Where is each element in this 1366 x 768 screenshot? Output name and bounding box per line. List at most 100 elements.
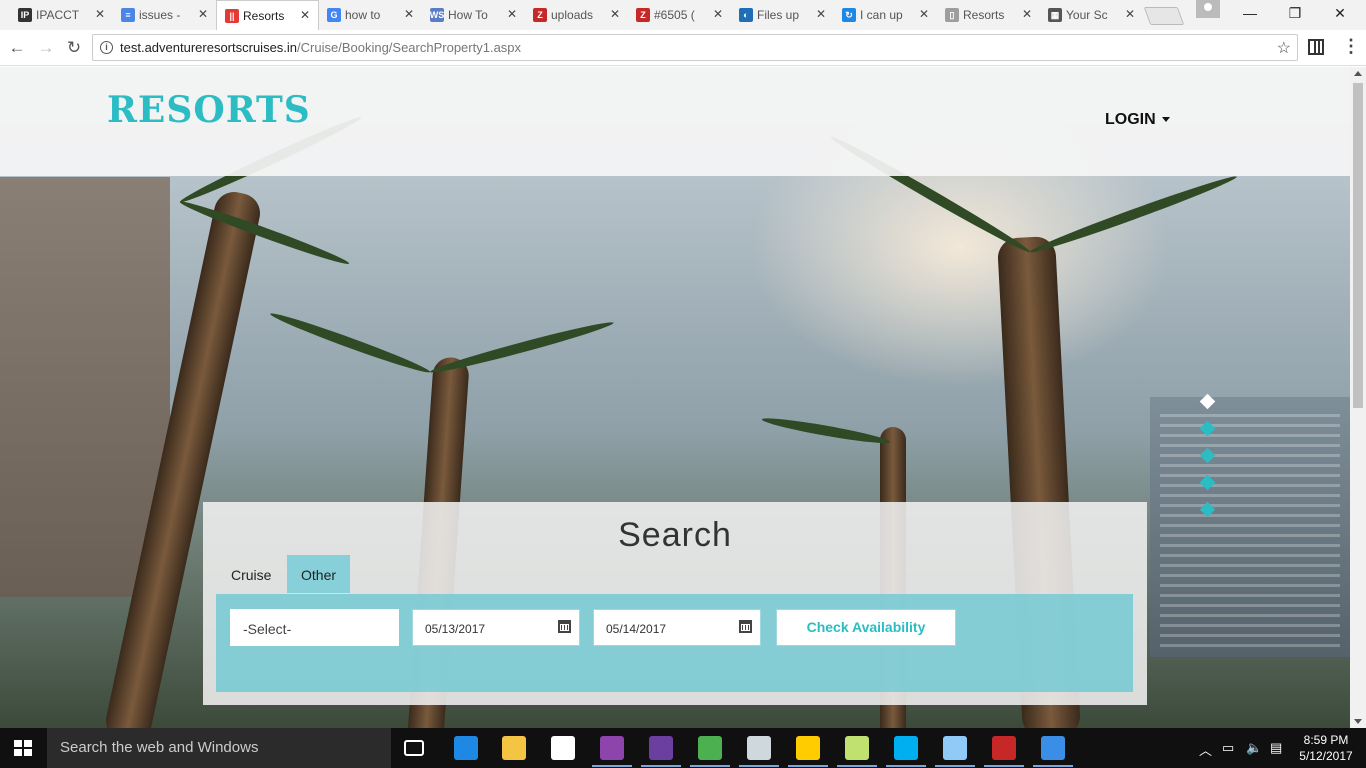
site-info-icon[interactable]: i bbox=[100, 41, 113, 54]
property-select[interactable]: -Select- bbox=[230, 609, 399, 646]
site-logo[interactable]: RESORTS bbox=[107, 89, 311, 131]
tab-label: How To bbox=[448, 8, 488, 22]
checkout-date-input[interactable]: 05/14/2017 bbox=[593, 609, 761, 646]
tab-label: how to bbox=[345, 8, 381, 22]
window-minimize-button[interactable]: — bbox=[1240, 5, 1260, 21]
search-title: Search bbox=[618, 516, 732, 554]
browser-tab[interactable]: ▦ Your Sc ✕ bbox=[1040, 0, 1143, 30]
check-availability-button[interactable]: Check Availability bbox=[776, 609, 956, 646]
tab-close-icon[interactable]: ✕ bbox=[95, 7, 105, 21]
taskbar-search-box[interactable]: Search the web and Windows bbox=[47, 728, 391, 768]
scroll-down-arrow-icon[interactable] bbox=[1354, 719, 1362, 724]
tab-close-icon[interactable]: ✕ bbox=[404, 7, 414, 21]
browser-tab[interactable]: || Resorts ✕ bbox=[216, 0, 319, 30]
browser-tab[interactable]: Z #6505 (✕ bbox=[628, 0, 731, 30]
tab-close-icon[interactable]: ✕ bbox=[610, 7, 620, 21]
login-label: LOGIN bbox=[1105, 111, 1156, 128]
tab-favicon-icon: G bbox=[327, 8, 341, 22]
settings-gear-icon[interactable] bbox=[747, 736, 771, 760]
snipping-icon[interactable] bbox=[1041, 736, 1065, 760]
checkin-date-input[interactable]: 05/13/2017 bbox=[412, 609, 580, 646]
hotel-building-right bbox=[1150, 397, 1350, 657]
tab-close-icon[interactable]: ✕ bbox=[919, 7, 929, 21]
windows-start-icon[interactable] bbox=[14, 740, 32, 756]
running-app-indicator bbox=[592, 765, 632, 767]
tab-close-icon[interactable]: ✕ bbox=[1125, 7, 1135, 21]
tools-icon[interactable] bbox=[796, 736, 820, 760]
browser-menu-icon[interactable]: ⋮ bbox=[1342, 36, 1360, 57]
tab-close-icon[interactable]: ✕ bbox=[713, 7, 723, 21]
browser-tab[interactable]: WS How To ✕ bbox=[422, 0, 525, 30]
browser-tab[interactable]: ↻ I can up ✕ bbox=[834, 0, 937, 30]
browser-tab[interactable]: ◐ Files up ✕ bbox=[731, 0, 834, 30]
palm-frond bbox=[1028, 172, 1239, 257]
new-tab-button[interactable] bbox=[1143, 7, 1185, 25]
running-app-indicator bbox=[641, 765, 681, 767]
tab-label: #6505 ( bbox=[654, 8, 695, 22]
page-scrollbar[interactable] bbox=[1350, 67, 1366, 728]
tab-favicon-icon: ◐ bbox=[739, 8, 753, 22]
bookmark-star-icon[interactable]: ☆ bbox=[1277, 38, 1291, 58]
edge-icon[interactable] bbox=[454, 736, 478, 760]
tab-favicon-icon: ▦ bbox=[1048, 8, 1062, 22]
checkin-date-value: 05/13/2017 bbox=[425, 622, 486, 636]
clock-time: 8:59 PM bbox=[1303, 733, 1349, 747]
scroll-thumb[interactable] bbox=[1353, 83, 1363, 408]
tab-close-icon[interactable]: ✕ bbox=[1022, 7, 1032, 21]
palm-frond bbox=[268, 309, 432, 377]
tab-favicon-icon: ▯ bbox=[945, 8, 959, 22]
tab-favicon-icon: Z bbox=[533, 8, 547, 22]
browser-tab[interactable]: Zuploads ✕ bbox=[525, 0, 628, 30]
store-icon[interactable] bbox=[551, 736, 575, 760]
window-close-button[interactable]: ✕ bbox=[1330, 5, 1350, 22]
skype-icon[interactable] bbox=[894, 736, 918, 760]
windows-taskbar: Search the web and Windows ︿ ▭ 🔈 ▤ 8:59 … bbox=[0, 728, 1366, 768]
tab-cruise[interactable]: Cruise bbox=[217, 555, 285, 593]
paint-icon[interactable] bbox=[943, 736, 967, 760]
tab-label: I can up bbox=[860, 8, 903, 22]
keyboard-icon[interactable]: ▤ bbox=[1270, 740, 1282, 756]
address-bar[interactable]: i test.adventureresortscruises.in/Cruise… bbox=[92, 34, 1298, 61]
tab-label: Files up bbox=[757, 8, 800, 22]
browser-tab[interactable]: ▯ Resorts ✕ bbox=[937, 0, 1040, 30]
tab-close-icon[interactable]: ✕ bbox=[198, 7, 208, 21]
volume-icon[interactable]: 🔈 bbox=[1246, 740, 1262, 756]
url-text: test.adventureresortscruises.in/Cruise/B… bbox=[120, 40, 521, 55]
visual-studio-icon[interactable] bbox=[600, 736, 624, 760]
browser-tab-strip: — ❐ ✕ IP IPACCT ✕ ≡ issues - ✕ || Resorts ✕ Ghow … bbox=[0, 0, 1366, 30]
filezilla-icon[interactable] bbox=[992, 736, 1016, 760]
extension-icon[interactable] bbox=[1308, 39, 1324, 55]
forward-button[interactable]: → bbox=[36, 38, 56, 58]
calendar-icon[interactable] bbox=[558, 620, 571, 633]
folder-network-icon[interactable] bbox=[845, 736, 869, 760]
tray-chevron-up-icon[interactable]: ︿ bbox=[1199, 740, 1212, 759]
back-button[interactable]: ← bbox=[7, 38, 27, 58]
running-app-indicator bbox=[984, 765, 1024, 767]
palm-frond bbox=[428, 317, 615, 377]
tab-close-icon[interactable]: ✕ bbox=[816, 7, 826, 21]
taskbar-clock[interactable]: 8:59 PM 5/12/2017 bbox=[1297, 732, 1355, 764]
browser-tab[interactable]: ≡ issues - ✕ bbox=[113, 0, 216, 30]
scroll-up-arrow-icon[interactable] bbox=[1354, 71, 1362, 76]
profile-icon[interactable] bbox=[1196, 0, 1220, 18]
running-app-indicator bbox=[788, 765, 828, 767]
tab-favicon-icon: ↻ bbox=[842, 8, 856, 22]
browser-toolbar: ← → ↻ i test.adventureresortscruises.in/… bbox=[0, 30, 1366, 66]
file-explorer-icon[interactable] bbox=[502, 736, 526, 760]
tab-close-icon[interactable]: ✕ bbox=[300, 8, 310, 22]
browser-tab[interactable]: Ghow to ✕ bbox=[319, 0, 422, 30]
url-host: test.adventureresortscruises.in bbox=[120, 40, 298, 55]
web-page: RESORTS LOGIN Search Cruise Other -Selec… bbox=[0, 67, 1350, 728]
reload-button[interactable]: ↻ bbox=[64, 38, 84, 58]
browser-tab[interactable]: IP IPACCT ✕ bbox=[10, 0, 113, 30]
tab-label: issues - bbox=[139, 8, 181, 22]
tab-other[interactable]: Other bbox=[287, 555, 351, 593]
window-restore-button[interactable]: ❐ bbox=[1285, 5, 1305, 22]
task-view-icon[interactable] bbox=[404, 740, 424, 756]
calendar-icon[interactable] bbox=[739, 620, 752, 633]
tab-close-icon[interactable]: ✕ bbox=[507, 7, 517, 21]
chrome-icon[interactable] bbox=[698, 736, 722, 760]
visual-studio-alt-icon[interactable] bbox=[649, 736, 673, 760]
network-icon[interactable]: ▭ bbox=[1222, 740, 1234, 756]
login-dropdown[interactable]: LOGIN bbox=[1105, 111, 1170, 129]
